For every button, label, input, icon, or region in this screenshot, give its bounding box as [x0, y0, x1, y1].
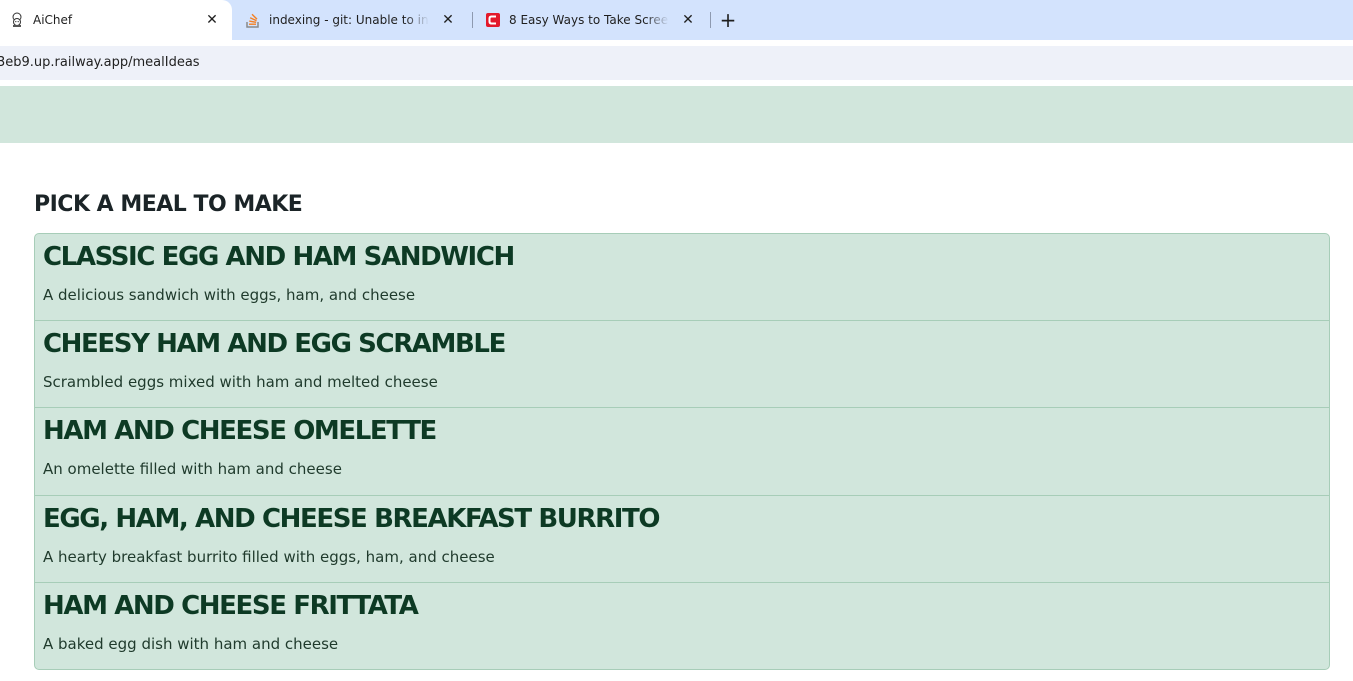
chef-icon: [9, 12, 25, 28]
meal-description: A baked egg dish with ham and cheese: [43, 635, 339, 653]
meal-item[interactable]: Ham and Cheese Frittata A baked egg dish…: [35, 583, 1329, 669]
meal-description: Scrambled eggs mixed with ham and melted…: [43, 373, 438, 391]
meal-name: Ham and Cheese Omelette: [43, 416, 437, 446]
c-logo-icon: [485, 12, 501, 28]
close-tab-icon[interactable]: ✕: [680, 12, 696, 28]
tab-aichef[interactable]: AiChef ✕: [0, 0, 232, 40]
meal-item[interactable]: Classic Egg and Ham Sandwich A delicious…: [35, 234, 1329, 321]
tab-title: indexing - git: Unable to index file: [269, 13, 429, 27]
tab-separator: [472, 12, 473, 28]
meal-name: Egg, Ham, and Cheese Breakfast Burrito: [43, 504, 660, 534]
meal-list: Classic Egg and Ham Sandwich A delicious…: [34, 233, 1330, 670]
close-tab-icon[interactable]: ✕: [204, 12, 220, 28]
address-bar[interactable]: 3eb9.up.railway.app/mealIdeas: [0, 46, 1353, 80]
tab-separator: [710, 12, 711, 28]
meal-item[interactable]: Cheesy Ham and Egg Scramble Scrambled eg…: [35, 321, 1329, 408]
tab-screenshots[interactable]: 8 Easy Ways to Take Screenshots ✕: [476, 0, 708, 40]
browser-tab-strip: AiChef ✕ indexing - git: Unable to index…: [0, 0, 1353, 40]
new-tab-button[interactable]: +: [718, 10, 738, 30]
page-title: Pick a meal to make: [34, 192, 303, 217]
meal-description: An omelette filled with ham and cheese: [43, 460, 342, 478]
url-text[interactable]: 3eb9.up.railway.app/mealIdeas: [0, 55, 200, 70]
meal-description: A hearty breakfast burrito filled with e…: [43, 548, 495, 566]
meal-name: Classic Egg and Ham Sandwich: [43, 242, 515, 272]
meal-name: Cheesy Ham and Egg Scramble: [43, 329, 506, 359]
stackoverflow-icon: [245, 12, 261, 28]
tab-title: 8 Easy Ways to Take Screenshots: [509, 13, 669, 27]
tab-indexing[interactable]: indexing - git: Unable to index file ✕: [236, 0, 468, 40]
site-header-banner: [0, 86, 1353, 143]
tab-title: AiChef: [33, 13, 73, 27]
meal-name: Ham and Cheese Frittata: [43, 591, 419, 621]
meal-item[interactable]: Egg, Ham, and Cheese Breakfast Burrito A…: [35, 496, 1329, 583]
meal-item[interactable]: Ham and Cheese Omelette An omelette fill…: [35, 408, 1329, 496]
close-tab-icon[interactable]: ✕: [440, 12, 456, 28]
meal-description: A delicious sandwich with eggs, ham, and…: [43, 286, 416, 304]
